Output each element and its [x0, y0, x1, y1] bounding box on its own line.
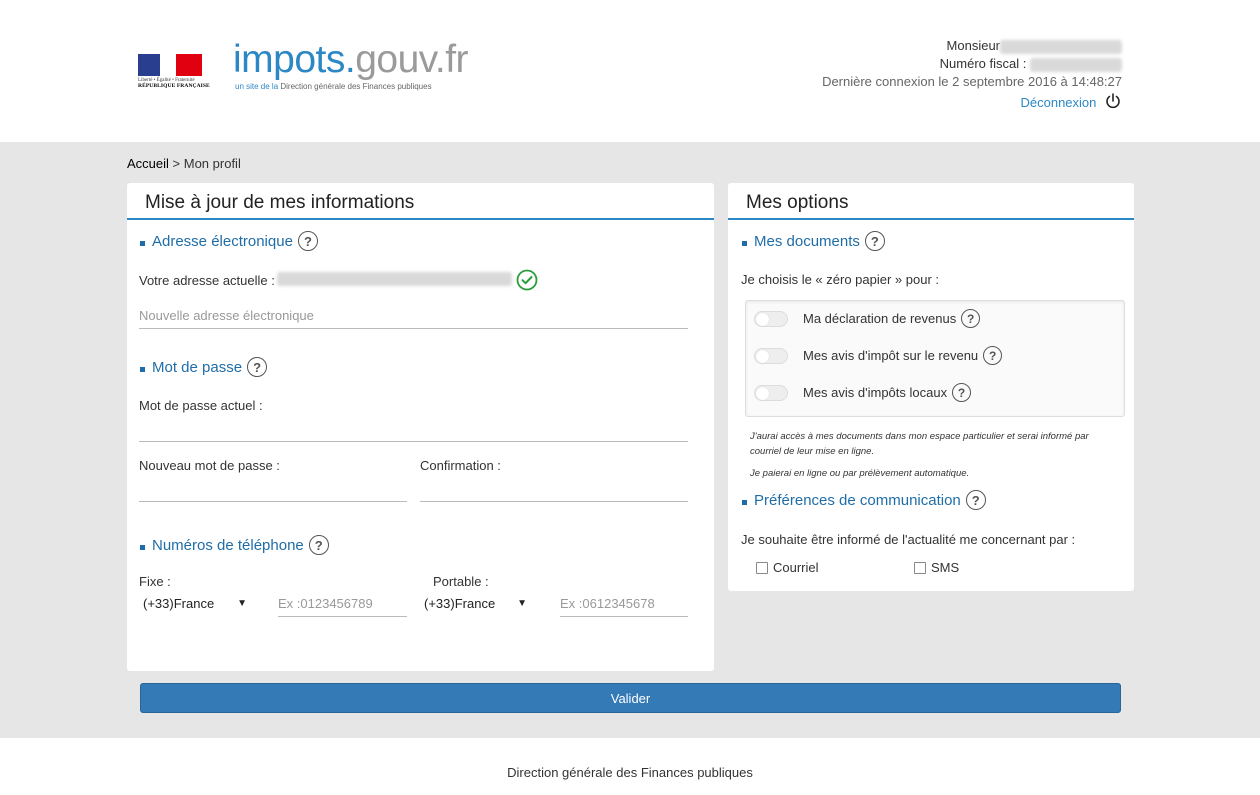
new-email-input[interactable]: [139, 303, 688, 329]
sms-option[interactable]: SMS: [914, 560, 959, 575]
fiscal-number-label: Numéro fiscal :: [939, 56, 1027, 71]
flag-icon: [138, 54, 202, 76]
mobile-phone-input[interactable]: [560, 591, 688, 617]
paperless-options: Ma déclaration de revenus ? Mes avis d'i…: [745, 300, 1125, 417]
question-circle-icon[interactable]: ?: [247, 357, 268, 377]
logout-link[interactable]: Déconnexion: [1020, 95, 1096, 110]
main-area: Accueil > Mon profil Mise à jour de mes …: [0, 142, 1260, 738]
panel-title-update: Mise à jour de mes informations: [127, 183, 714, 220]
toggle-income-tax-notice[interactable]: [754, 347, 788, 364]
breadcrumb-current: Mon profil: [183, 156, 241, 171]
section-communication: Préférences de communication ?: [742, 490, 986, 510]
question-circle-icon[interactable]: ?: [308, 535, 329, 555]
new-password-label: Nouveau mot de passe :: [139, 458, 280, 473]
panel-title-options: Mes options: [728, 183, 1134, 220]
confirm-password-input[interactable]: [420, 476, 688, 502]
documents-note-access: J'aurai accès à mes documents dans mon e…: [750, 431, 1089, 457]
new-password-input[interactable]: [139, 476, 407, 502]
toggle-income-declaration[interactable]: [754, 310, 788, 327]
question-circle-icon[interactable]: ?: [864, 231, 885, 251]
section-documents: Mes documents ?: [742, 231, 885, 251]
mail-checkbox[interactable]: [756, 561, 768, 574]
fixed-country-select[interactable]: (+33)France ▼: [143, 592, 247, 614]
brand-name: impots.gouv.fr: [233, 38, 469, 81]
question-circle-icon[interactable]: ?: [965, 490, 986, 510]
fiscal-number-redacted: [1030, 57, 1122, 72]
option-income-declaration: Ma déclaration de revenus ?: [754, 309, 981, 328]
user-info: Monsieur Numéro fiscal : Dernière connex…: [822, 37, 1122, 115]
caret-down-icon: ▼: [237, 597, 247, 609]
current-password-input[interactable]: [139, 416, 688, 442]
question-circle-icon[interactable]: ?: [297, 231, 318, 251]
power-icon[interactable]: [1104, 92, 1122, 115]
mobile-country-select[interactable]: (+33)France ▼: [424, 592, 527, 614]
check-circle-icon: [516, 269, 538, 294]
current-email-label: Votre adresse actuelle :: [139, 273, 275, 288]
civility-label: Monsieur: [946, 38, 1000, 53]
fixed-phone-label: Fixe :: [139, 574, 171, 589]
current-email-redacted: [277, 272, 512, 286]
update-info-panel: Mise à jour de mes informations Adresse …: [127, 183, 714, 671]
confirm-password-label: Confirmation :: [420, 458, 501, 473]
section-phone: Numéros de téléphone ?: [140, 535, 329, 555]
documents-note-payment: Je paierai en ligne ou par prélèvement a…: [750, 468, 970, 479]
breadcrumb-home[interactable]: Accueil: [127, 156, 169, 171]
question-circle-icon[interactable]: ?: [961, 309, 981, 328]
documents-intro: Je choisis le « zéro papier » pour :: [741, 272, 939, 287]
question-circle-icon[interactable]: ?: [983, 346, 1003, 365]
section-email: Adresse électronique ?: [140, 231, 318, 251]
validate-button[interactable]: Valider: [140, 683, 1121, 713]
communication-intro: Je souhaite être informé de l'actualité …: [741, 532, 1076, 547]
user-name-redacted: [1000, 39, 1122, 54]
option-income-tax-notice: Mes avis d'impôt sur le revenu ?: [754, 346, 1003, 365]
footer: Direction générale des Finances publique…: [0, 738, 1260, 795]
marianne-republic: RÉPUBLIQUE FRANÇAISE: [138, 83, 210, 89]
option-local-tax-notice: Mes avis d'impôts locaux ?: [754, 383, 972, 402]
header: Liberté • Égalité • Fraternité RÉPUBLIQU…: [0, 0, 1260, 142]
footer-text: Direction générale des Finances publique…: [507, 765, 753, 780]
brand-tagline: un site de la Direction générale des Fin…: [235, 82, 432, 91]
current-password-label: Mot de passe actuel :: [139, 398, 263, 413]
options-panel: Mes options Mes documents ? Je choisis l…: [728, 183, 1134, 591]
sms-checkbox[interactable]: [914, 561, 926, 574]
marianne-logo: Liberté • Égalité • Fraternité RÉPUBLIQU…: [138, 54, 210, 96]
caret-down-icon: ▼: [517, 597, 527, 609]
question-circle-icon[interactable]: ?: [952, 383, 972, 402]
breadcrumb: Accueil > Mon profil: [127, 156, 241, 171]
mobile-phone-label: Portable :: [433, 574, 489, 589]
section-password: Mot de passe ?: [140, 357, 268, 377]
brand-logo[interactable]: impots.gouv.fr un site de la Direction g…: [233, 38, 469, 91]
mail-option[interactable]: Courriel: [756, 560, 819, 575]
fixed-phone-input[interactable]: [278, 591, 407, 617]
toggle-local-tax-notice[interactable]: [754, 384, 788, 401]
last-login: Dernière connexion le 2 septembre 2016 à…: [822, 74, 1122, 89]
